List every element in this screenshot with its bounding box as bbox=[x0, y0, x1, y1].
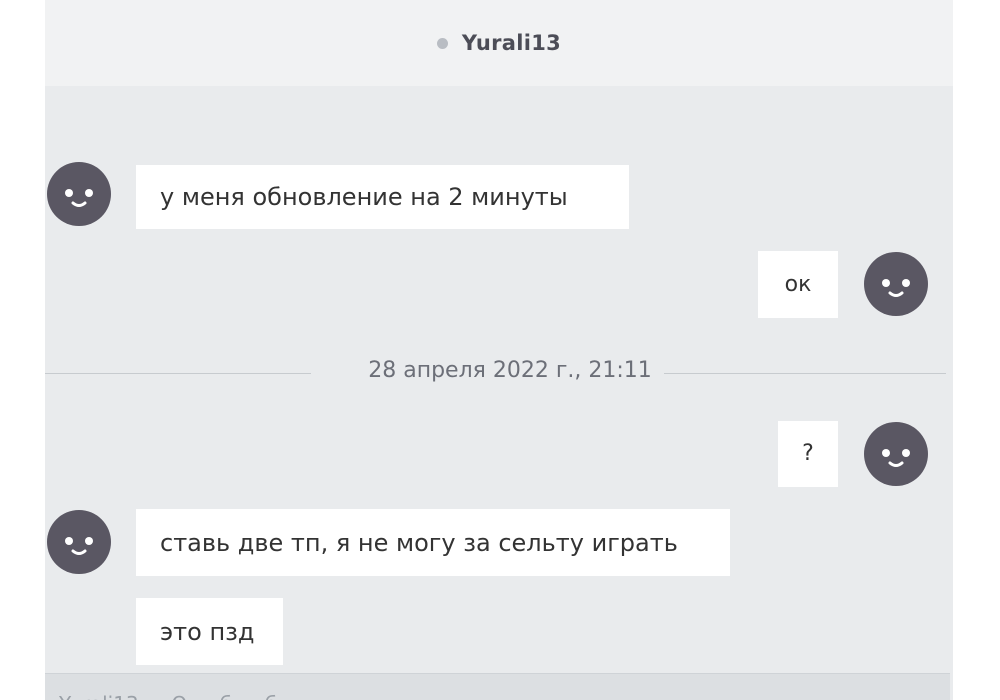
user-avatar[interactable] bbox=[864, 252, 928, 316]
message-text: ? bbox=[802, 441, 814, 466]
message-text: у меня обновление на 2 минуты bbox=[160, 183, 568, 211]
contact-name[interactable]: Yurali13 bbox=[462, 31, 561, 55]
input-preview-text: Yurali13 … О … б … б bbox=[59, 692, 277, 700]
message-text: ок bbox=[784, 271, 812, 297]
message-text: это пзд bbox=[160, 617, 255, 646]
divider-line bbox=[664, 373, 946, 374]
message-bubble: ставь две тп, я не могу за сельту играть bbox=[136, 509, 730, 576]
smiley-icon bbox=[65, 189, 93, 207]
message-bubble: у меня обновление на 2 минуты bbox=[136, 165, 629, 229]
smiley-icon bbox=[65, 537, 93, 555]
user-avatar[interactable] bbox=[864, 422, 928, 486]
message-input-area[interactable]: Yurali13 … О … б … б bbox=[45, 673, 950, 700]
smiley-icon bbox=[882, 449, 910, 467]
message-bubble: ок bbox=[758, 251, 838, 318]
date-separator: 28 апреля 2022 г., 21:11 bbox=[368, 358, 652, 383]
chat-window: Yurali13 у меня обновление на 2 минуты о… bbox=[45, 0, 953, 700]
divider-line bbox=[45, 373, 311, 374]
chat-header: Yurali13 bbox=[45, 0, 953, 86]
contact-avatar[interactable] bbox=[47, 162, 111, 226]
status-dot-icon bbox=[436, 37, 448, 49]
contact-avatar[interactable] bbox=[47, 510, 111, 574]
message-bubble: ? bbox=[778, 421, 838, 487]
message-text: ставь две тп, я не могу за сельту играть bbox=[160, 528, 678, 557]
message-bubble: это пзд bbox=[136, 598, 283, 665]
smiley-icon bbox=[882, 279, 910, 297]
